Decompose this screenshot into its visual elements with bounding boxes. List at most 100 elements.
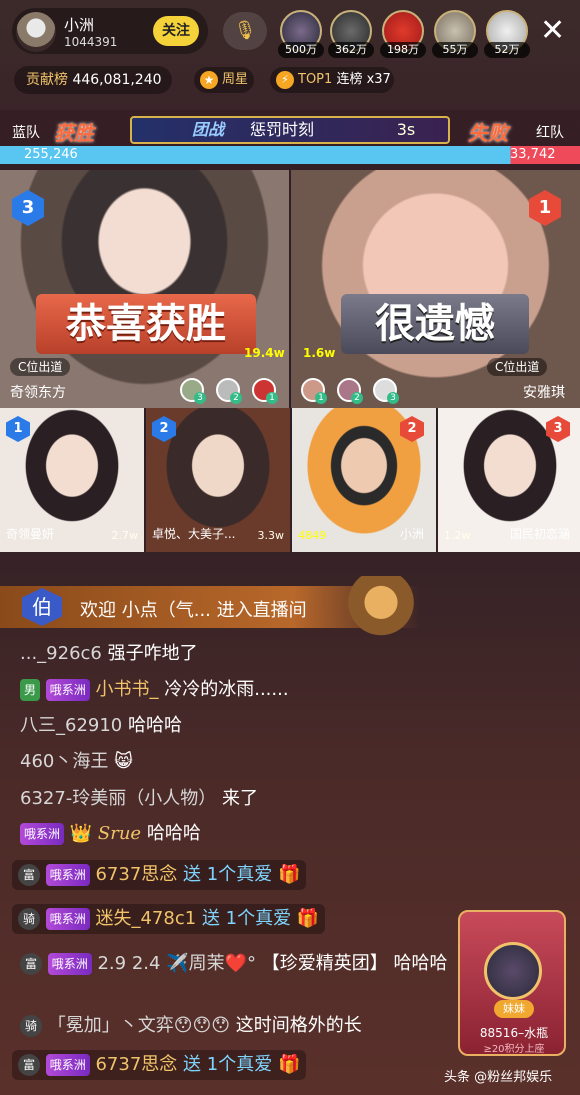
supporter-rank: 1 <box>315 392 327 404</box>
seat-name: 妹妹 <box>494 1000 534 1018</box>
chat-user[interactable]: 迷失_478c1 <box>95 908 196 929</box>
score-value: 19.4w <box>244 346 285 360</box>
send-label: 送 <box>183 1054 202 1075</box>
chat-text: 来了 <box>222 788 259 809</box>
chat-message[interactable]: 6327-玲美丽（小人物） 来了 <box>20 787 258 811</box>
viewer-count: 52万 <box>484 42 530 58</box>
rank-badge: 1 <box>6 416 30 442</box>
gift-icon: 🎁 <box>277 864 301 885</box>
chat-text: 强子咋地了 <box>107 643 198 664</box>
level-badge: 富 <box>18 864 40 886</box>
fan-group-badge: 哦系洲 <box>20 823 65 845</box>
chat-user[interactable]: 460丶海王 <box>20 751 108 772</box>
small-cameras: 1 奇领曼妍 2.7w 2 卓悦、大美子... 3.3w 2 小洲 4849 3… <box>0 408 580 552</box>
chat-user[interactable]: Srue <box>98 823 141 844</box>
chat-message[interactable]: 富 哦系洲 2.9 2.4 ✈️周茉❤️° 【珍爱精英团】 哈哈哈 <box>20 952 450 976</box>
red-score: 33,742 <box>510 147 556 162</box>
chat-user[interactable]: 八三_62910 <box>20 715 122 736</box>
supporter-rank: 3 <box>194 392 206 404</box>
viewer-avatar[interactable]: 198万 <box>380 10 426 58</box>
close-icon[interactable]: ✕ <box>540 16 565 46</box>
small-camera[interactable]: 2 小洲 4849 <box>292 408 436 552</box>
supporter-rank: 2 <box>230 392 242 404</box>
chat-message[interactable]: 男 哦系洲 小书书_ 冷冷的冰雨...... <box>20 678 289 702</box>
supporter-avatar[interactable]: 1 <box>301 378 327 404</box>
fan-group-badge: 哦系洲 <box>45 908 90 930</box>
chat-user[interactable]: ..._926c6 <box>20 643 102 664</box>
supporter-avatar[interactable]: 2 <box>337 378 363 404</box>
rank-badge: 1 <box>529 190 561 226</box>
viewer-avatar[interactable]: 362万 <box>328 10 374 58</box>
level-badge: 骑 <box>18 908 40 930</box>
viewer-avatar[interactable]: 500万 <box>278 10 324 58</box>
streamer-name: 奇领曼妍 <box>6 527 55 541</box>
seat-card[interactable]: 妹妹 88516–水瓶 ≥20积分上座 <box>458 910 566 1056</box>
host-avatar[interactable] <box>16 12 56 52</box>
follow-button[interactable]: 关注 <box>153 16 199 46</box>
chat-message[interactable]: 460丶海王 😸 <box>20 750 133 774</box>
chat-text: 哈哈哈 <box>128 715 182 736</box>
red-team-label: 红队 <box>536 125 564 141</box>
rank-badge: 2 <box>400 416 424 442</box>
viewer-avatar[interactable]: 52万 <box>484 10 530 58</box>
rank-badge: 3 <box>546 416 570 442</box>
top-rank-badge[interactable]: ⚡ TOP1 连榜 x37 <box>270 67 394 93</box>
streak-label: 连榜 x37 <box>336 72 391 87</box>
gift-message[interactable]: 富 哦系洲 6737思念 送 1个真爱 🎁 <box>12 1050 307 1080</box>
small-camera[interactable]: 1 奇领曼妍 2.7w <box>0 408 144 552</box>
score-value: 2.7w <box>111 529 139 542</box>
chat-text: 这时间格外的长 <box>235 1015 362 1036</box>
lose-overlay: 很遗憾 <box>341 294 529 354</box>
viewer-count: 362万 <box>328 42 374 58</box>
week-star-button[interactable]: ★ 周星 <box>194 67 254 93</box>
supporter-avatar[interactable]: 3 <box>373 378 399 404</box>
gift-message[interactable]: 富 哦系洲 6737思念 送 1个真爱 🎁 <box>12 860 307 890</box>
score-value: 4849 <box>298 529 326 542</box>
chat-message[interactable]: ..._926c6 强子咋地了 <box>20 642 198 666</box>
supporter-avatar[interactable]: 3 <box>180 378 206 404</box>
chat-message[interactable]: 骑 「冕加」丶文弈😯😯😯 这时间格外的长 <box>20 1014 362 1038</box>
left-camera[interactable]: 3 恭喜获胜 C位出道 19.4w 奇领东方 3 2 1 <box>0 170 289 408</box>
right-camera[interactable]: 1 很遗憾 1.6w C位出道 安雅琪 1 2 3 <box>291 170 580 408</box>
win-overlay: 恭喜获胜 <box>36 294 256 354</box>
pk-phase: 惩罚时刻 <box>250 120 315 139</box>
chat-user[interactable]: 「冕加」丶文弈😯😯😯 <box>48 1015 230 1036</box>
fan-group-badge: 哦系洲 <box>45 864 90 886</box>
chat-message[interactable]: 哦系洲 👑 Srue 哈哈哈 <box>20 822 201 846</box>
host-name: 小洲 <box>64 16 95 34</box>
small-camera[interactable]: 3 国民初恋涵 1.2w <box>438 408 580 552</box>
top-label: TOP1 <box>298 72 333 87</box>
gift-icon: 🎁 <box>277 1054 301 1075</box>
level-badge: 富 <box>18 1054 40 1076</box>
pk-stage: 3 恭喜获胜 C位出道 19.4w 奇领东方 3 2 1 1 很遗憾 1.6w … <box>0 170 580 408</box>
chat-user[interactable]: 6737思念 <box>95 1054 177 1075</box>
chat-user[interactable]: 小书书_ <box>96 679 159 700</box>
fan-group-badge: 哦系洲 <box>47 953 92 975</box>
gift-icon: 🎁 <box>296 908 320 929</box>
watermark: 头条 @粉丝邦娱乐 <box>444 1070 553 1085</box>
supporter-avatar[interactable]: 1 <box>252 378 278 404</box>
small-camera[interactable]: 2 卓悦、大美子... 3.3w <box>146 408 290 552</box>
chat-message[interactable]: 八三_62910 哈哈哈 <box>20 714 182 738</box>
c-position-badge: C位出道 <box>487 358 548 376</box>
streamer-name: 国民初恋涵 <box>510 527 571 541</box>
noble-badge: 伯 <box>22 588 62 626</box>
gift-message[interactable]: 骑 哦系洲 迷失_478c1 送 1个真爱 🎁 <box>12 904 326 934</box>
host-id: 1044391 <box>64 35 118 49</box>
contribution-board[interactable]: 贡献榜 446,081,240 <box>14 66 172 94</box>
mic-users-icon[interactable]: 🎙 <box>223 12 267 50</box>
tiger-icon <box>344 576 418 642</box>
chat-user[interactable]: 2.9 2.4 ✈️周茉❤️° <box>97 953 256 974</box>
pk-status: 团战 惩罚时刻 3s <box>130 116 450 144</box>
crown-icon: 👑 <box>69 823 93 844</box>
pk-banner: 蓝队 获胜 团战 惩罚时刻 3s 失败 红队 255,246 33,742 <box>0 112 580 170</box>
supporter-avatar[interactable]: 2 <box>216 378 242 404</box>
pk-score-bar: 255,246 33,742 <box>0 146 580 164</box>
win-label: 获胜 <box>54 121 94 145</box>
score-value: 3.3w <box>257 529 285 542</box>
chat-user[interactable]: 6737思念 <box>95 864 177 885</box>
rank-badge: 3 <box>12 190 44 226</box>
seat-avatar[interactable] <box>484 942 542 1000</box>
viewer-avatar[interactable]: 55万 <box>432 10 478 58</box>
chat-user[interactable]: 6327-玲美丽（小人物） <box>20 788 216 809</box>
